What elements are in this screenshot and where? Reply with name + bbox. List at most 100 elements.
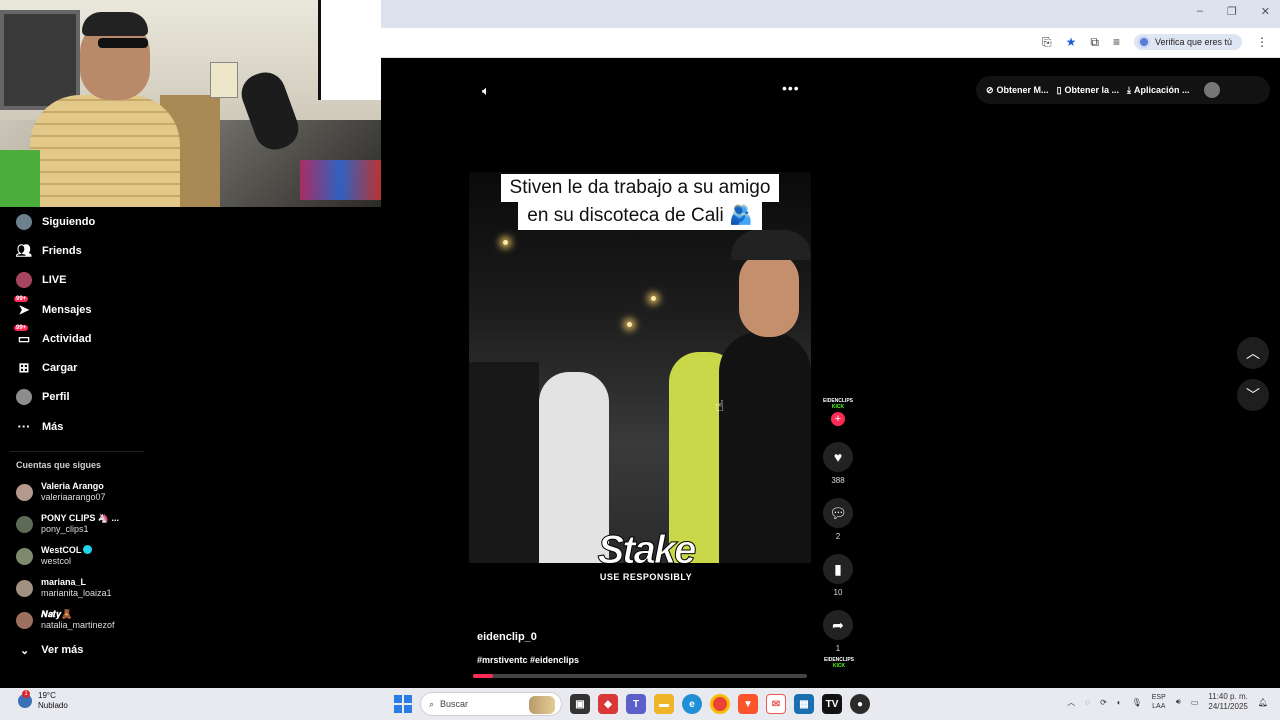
temperature: 19°C bbox=[38, 691, 56, 700]
volume-icon[interactable]: 🔈︎ bbox=[482, 83, 490, 99]
next-video-button[interactable]: ﹀ bbox=[1237, 379, 1269, 411]
windows-taskbar: 1 19°C Nublado ⌕ Buscar ▣ ◆ T ▬ e ▼ ✉ ▦ … bbox=[0, 688, 1280, 720]
verify-profile-button[interactable]: Verifica que eres tú bbox=[1133, 34, 1242, 50]
edge-icon[interactable]: e bbox=[682, 694, 702, 714]
taskbar-search[interactable]: ⌕ Buscar bbox=[420, 692, 562, 716]
browser-menu-icon[interactable]: ⋮ bbox=[1256, 35, 1268, 49]
app-red-icon[interactable]: ◆ bbox=[598, 694, 618, 714]
creator-avatar[interactable]: EIDENCLIPS KICK bbox=[823, 398, 853, 410]
sidebar-item-friends[interactable]: 👥︎ Friends bbox=[0, 236, 150, 265]
previous-video-button[interactable]: ︿ bbox=[1237, 337, 1269, 369]
see-more-button[interactable]: ⌄ Ver más bbox=[0, 636, 150, 664]
followed-account[interactable]: PONY CLIPS 🦄 ... pony_clips1 bbox=[0, 508, 150, 540]
verified-badge-icon bbox=[83, 545, 93, 555]
video-progress-bar[interactable] bbox=[473, 674, 807, 678]
notification-bell-icon[interactable]: 🔔︎ bbox=[1258, 698, 1268, 707]
account-name: WestCOL bbox=[41, 545, 82, 556]
video-figure bbox=[469, 362, 539, 563]
microphone-icon[interactable]: 🎙︎ bbox=[1132, 698, 1142, 707]
file-explorer-icon[interactable]: ▬ bbox=[654, 694, 674, 714]
street-light bbox=[503, 240, 508, 245]
comment-count: 2 bbox=[835, 532, 841, 541]
video-author[interactable]: eidenclip_0 bbox=[477, 631, 537, 643]
extensions-icon[interactable]: ⧉ bbox=[1090, 35, 1099, 50]
save-button[interactable]: ▮ bbox=[823, 554, 853, 584]
weather-condition: Nublado bbox=[38, 701, 68, 710]
followed-account[interactable]: mariana_L marianita_loaiza1 bbox=[0, 572, 150, 604]
chevron-up-icon[interactable]: ︿ bbox=[1067, 697, 1075, 708]
video-more-options-icon[interactable]: ••• bbox=[782, 80, 800, 96]
followed-account[interactable]: Valeria Arango valeriaarango07 bbox=[0, 476, 150, 508]
user-avatar[interactable] bbox=[1203, 82, 1220, 98]
speaker-icon[interactable]: 🔊︎ bbox=[1176, 697, 1181, 707]
avatar bbox=[16, 483, 33, 501]
bookmark-star-icon[interactable]: ★ bbox=[1066, 35, 1077, 49]
phone-icon: ▯ bbox=[1056, 84, 1062, 95]
minimize-icon[interactable]: – bbox=[1197, 5, 1203, 18]
maximize-icon[interactable]: ❐ bbox=[1227, 5, 1237, 18]
tray-app-icon[interactable]: ◐ bbox=[1117, 698, 1122, 707]
activity-badge: 99+ bbox=[14, 324, 29, 331]
like-button[interactable]: ♥ bbox=[823, 442, 853, 472]
profile-icon bbox=[1137, 36, 1150, 48]
sidebar-item-following[interactable]: Siguiendo bbox=[0, 207, 150, 236]
share-button[interactable]: ➦ bbox=[823, 610, 853, 640]
store-icon[interactable]: ▦ bbox=[794, 694, 814, 714]
video-figure bbox=[731, 230, 811, 260]
get-app-button[interactable]: ▯ Obtener la ... bbox=[1057, 85, 1119, 96]
followed-account[interactable]: WestCOL westcol bbox=[0, 540, 150, 572]
share-icon: ➦ bbox=[832, 616, 844, 633]
video-hashtags[interactable]: #mrstiventc #eidenclips bbox=[477, 655, 579, 665]
battery-icon[interactable]: ▭ bbox=[1191, 698, 1199, 707]
get-coins-label: Obtener M... bbox=[996, 85, 1049, 95]
weather-badge: 1 bbox=[22, 690, 30, 698]
followed-account[interactable]: 𝑵𝒂𝒕𝒚🧸 natalia_martinezof bbox=[0, 604, 150, 636]
tray-app-icon[interactable]: ◌ bbox=[1085, 698, 1090, 707]
creator-logo-text: KICK bbox=[832, 663, 846, 669]
following-avatar-icon bbox=[16, 213, 32, 230]
profile-avatar-icon bbox=[16, 389, 32, 406]
clock-date: 24/11/2025 bbox=[1208, 702, 1248, 711]
obs-icon[interactable]: ● bbox=[850, 694, 870, 714]
sidebar-item-more[interactable]: ··· Más bbox=[0, 412, 150, 441]
sidebar-item-live[interactable]: LIVE bbox=[0, 266, 150, 295]
sidebar-item-profile[interactable]: Perfil bbox=[0, 383, 150, 412]
task-view-icon[interactable]: ▣ bbox=[570, 694, 590, 714]
start-button[interactable] bbox=[394, 695, 412, 713]
account-handle: westcol bbox=[41, 556, 72, 567]
tray-app-icon[interactable]: ⟳ bbox=[1100, 698, 1107, 707]
clock-time: 11:40 p. m. bbox=[1208, 692, 1248, 701]
follow-button[interactable]: + bbox=[831, 412, 845, 426]
music-disc-avatar[interactable]: EIDENCLIPS KICK bbox=[824, 657, 854, 669]
nav-label: LIVE bbox=[42, 274, 67, 287]
sidebar-item-messages[interactable]: ➤ 99+ Mensajes bbox=[0, 295, 150, 324]
get-coins-button[interactable]: ⊘ Obtener M... bbox=[986, 85, 1049, 96]
sidebar-item-activity[interactable]: ▭ 99+ Actividad bbox=[0, 324, 150, 353]
comment-button[interactable]: 💬︎ bbox=[823, 498, 853, 528]
tiktok-live-icon[interactable]: TV bbox=[822, 694, 842, 714]
teams-icon[interactable]: T bbox=[626, 694, 646, 714]
desktop-app-button[interactable]: ⤓ Aplicación ... bbox=[1127, 85, 1190, 96]
messages-icon: ➤ 99+ bbox=[14, 295, 30, 317]
avatar bbox=[16, 515, 33, 533]
brave-icon[interactable]: ▼ bbox=[738, 694, 758, 714]
weather-widget[interactable]: 1 19°C Nublado bbox=[18, 690, 68, 711]
avatar bbox=[16, 579, 33, 597]
language-indicator[interactable]: ESP LAA bbox=[1152, 693, 1166, 711]
install-app-icon[interactable]: ⎘ bbox=[1042, 35, 1052, 50]
video-player[interactable] bbox=[469, 172, 811, 563]
search-highlight-image bbox=[529, 696, 555, 714]
system-clock[interactable]: 11:40 p. m. 24/11/2025 bbox=[1208, 692, 1247, 712]
reading-list-icon[interactable]: ≡ bbox=[1113, 35, 1120, 49]
chrome-icon[interactable] bbox=[710, 694, 730, 714]
street-light bbox=[627, 322, 632, 327]
account-handle: pony_clips1 bbox=[41, 524, 89, 535]
search-placeholder: Buscar bbox=[440, 699, 469, 709]
creator-logo-text: KICK bbox=[831, 404, 845, 410]
account-name: mariana_L bbox=[41, 577, 87, 588]
heart-icon: ♥ bbox=[833, 449, 843, 465]
close-icon[interactable]: ✕ bbox=[1261, 5, 1270, 18]
sidebar-item-upload[interactable]: ⊞ Cargar bbox=[0, 353, 150, 382]
mail-icon[interactable]: ✉ bbox=[766, 694, 786, 714]
webcam-overlay bbox=[0, 0, 381, 207]
